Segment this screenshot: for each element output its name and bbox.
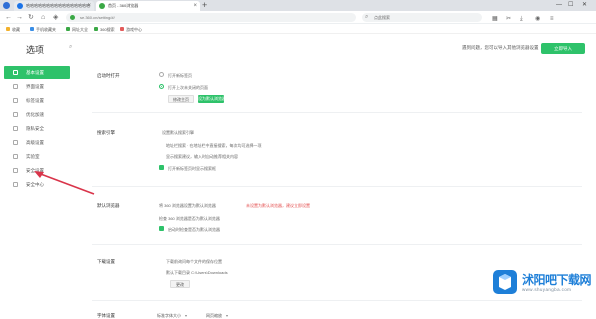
startup-option-1-radio[interactable]	[159, 72, 164, 77]
download-directory: 默认下载目录 C:\Users\Downloads	[166, 270, 228, 275]
section-divider	[92, 186, 582, 187]
section-label-startup: 启动时打开	[97, 73, 120, 78]
startup-check-default: 启动时检查是否为默认浏览器	[168, 227, 220, 232]
zoom-value: 网页缩放	[206, 313, 222, 318]
section-label-search: 搜索引擎	[97, 130, 115, 135]
startup-option-1: 打开新标签页	[168, 73, 192, 78]
section-divider	[92, 112, 582, 113]
watermark: 沭阳吧下载网 www.shuyangba.com	[488, 265, 592, 303]
new-tab-search-checkbox[interactable]	[159, 165, 164, 170]
font-size-value: 标准字体大小	[157, 313, 181, 318]
search-engine-setting: 设置默认搜索引擎	[162, 130, 194, 135]
browser-window: 哈哈哈哈哈哈哈哈哈哈哈哈哈哈哈哈 × 首页 - 360浏览器 × + — ☐ ✕…	[0, 0, 596, 319]
section-label-download: 下载设置	[97, 259, 115, 264]
section-label-default-browser: 默认浏览器	[97, 203, 120, 208]
check-default-browser: 检查 360 浏览器是否为默认浏览器	[159, 216, 220, 221]
section-divider	[92, 244, 582, 245]
startup-option-2: 打开上次未关闭的页面	[168, 85, 208, 90]
watermark-logo-icon	[493, 270, 517, 294]
default-browser-line: 将 360 浏览器设置为默认浏览器	[159, 203, 216, 208]
chevron-down-icon: ▾	[225, 313, 228, 318]
section-label-font: 字体设置	[97, 313, 115, 318]
set-homepage-button[interactable]: 修改主页	[168, 95, 194, 103]
zoom-select[interactable]: 网页缩放 ▾	[206, 312, 228, 319]
chevron-down-icon: ▾	[184, 313, 187, 318]
font-size-select[interactable]: 标准字体大小 ▾	[157, 312, 187, 319]
startup-check-checkbox[interactable]	[159, 226, 164, 231]
address-bar-search: 地址栏搜索 · 在地址栏中直接搜索，每次均可选择一项	[166, 143, 262, 148]
new-tab-search: 打开新标签页时显示搜索框	[168, 166, 216, 171]
change-directory-button[interactable]: 更改	[170, 280, 190, 288]
set-default-browser-button[interactable]: 设为默认浏览器	[198, 95, 226, 103]
watermark-text: 沭阳吧下载网	[522, 273, 592, 287]
arrow-shaft	[37, 172, 95, 195]
watermark-url: www.shuyangba.com	[522, 287, 572, 292]
download-ask-location: 下载前询问每个文件的保存位置	[166, 259, 222, 264]
startup-option-2-radio[interactable]	[159, 84, 164, 89]
default-browser-warning: 未设置为默认浏览器，建议立即设置	[246, 203, 310, 208]
search-suggestions: 显示搜索建议，输入时自动推荐相关内容	[166, 154, 238, 159]
